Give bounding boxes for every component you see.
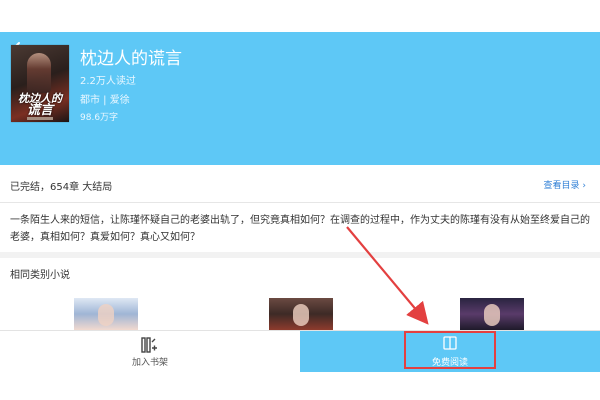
section-divider xyxy=(0,252,600,258)
cover-figure xyxy=(484,304,500,326)
cover-figure xyxy=(293,304,309,326)
bookshelf-icon xyxy=(141,337,157,353)
cover-author-strip xyxy=(27,117,53,120)
free-read-button[interactable]: 免费阅读 xyxy=(300,331,600,373)
cover-title: 枕边人的 谎言 xyxy=(14,93,66,118)
book-title: 枕边人的谎言 xyxy=(80,49,182,69)
bottom-action-bar: 加入书架 免费阅读 xyxy=(0,330,600,373)
similar-novel-cover[interactable] xyxy=(269,298,333,330)
add-to-shelf-button[interactable]: 加入书架 xyxy=(0,331,300,373)
status-row: 已完结，654章 大结局 查看目录 › xyxy=(0,165,600,203)
cover-figure xyxy=(98,304,114,326)
top-margin xyxy=(0,0,600,32)
book-readers: 2.2万人读过 xyxy=(80,76,136,87)
completion-status: 已完结，654章 大结局 xyxy=(10,182,113,193)
view-catalog-link[interactable]: 查看目录 › xyxy=(544,178,586,191)
book-description: 一条陌生人来的短信，让陈瑾怀疑自己的老婆出轨了，但究竟真相如何？在调查的过程中，… xyxy=(10,215,590,243)
add-to-shelf-label: 加入书架 xyxy=(131,358,168,368)
similar-novel-cover[interactable] xyxy=(74,298,138,330)
book-cover[interactable]: 枕边人的 谎言 xyxy=(11,45,69,122)
highlight-box xyxy=(404,331,496,369)
bottom-margin xyxy=(0,372,600,400)
cover-title-line2: 谎言 xyxy=(26,103,53,118)
cover-figure xyxy=(27,53,51,93)
book-category: 都市 | 爱徐 xyxy=(80,95,130,106)
book-word-count: 98.6万字 xyxy=(80,113,119,123)
similar-novels-title: 相同类别小说 xyxy=(10,270,70,281)
similar-novel-cover[interactable] xyxy=(460,298,524,330)
